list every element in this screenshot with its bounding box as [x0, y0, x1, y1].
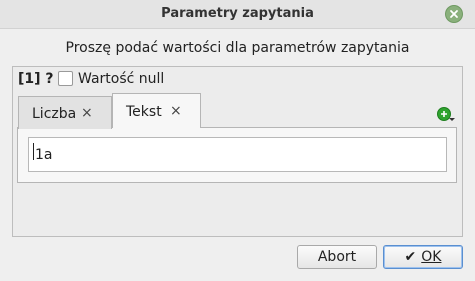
tab-label: Tekst — [126, 104, 162, 120]
tab-label: Liczba — [32, 106, 77, 122]
tab-close-icon[interactable]: × — [170, 103, 182, 119]
null-checkbox-label[interactable]: Wartość null — [78, 71, 164, 87]
text-caret — [33, 143, 34, 160]
abort-label: Abort — [317, 249, 357, 265]
check-icon: ✔ — [404, 249, 417, 265]
ok-button[interactable]: ✔ OK — [383, 245, 463, 269]
value-input[interactable] — [28, 137, 447, 172]
tab-close-icon[interactable]: × — [81, 105, 93, 121]
null-checkbox[interactable] — [58, 71, 73, 86]
tab-tekst[interactable]: Tekst × — [112, 93, 201, 128]
window-title: Parametry zapytania — [161, 6, 314, 21]
dropdown-arrow-icon[interactable] — [449, 118, 455, 121]
title-bar: Parametry zapytania — [0, 0, 475, 29]
ok-label: OK — [421, 249, 442, 265]
prompt-text: Proszę podać wartości dla parametrów zap… — [65, 40, 410, 56]
abort-button[interactable]: Abort — [297, 245, 377, 269]
close-icon[interactable] — [445, 5, 463, 23]
tab-liczba[interactable]: Liczba × — [18, 96, 112, 129]
parameter-label: [1] ? — [18, 71, 54, 87]
